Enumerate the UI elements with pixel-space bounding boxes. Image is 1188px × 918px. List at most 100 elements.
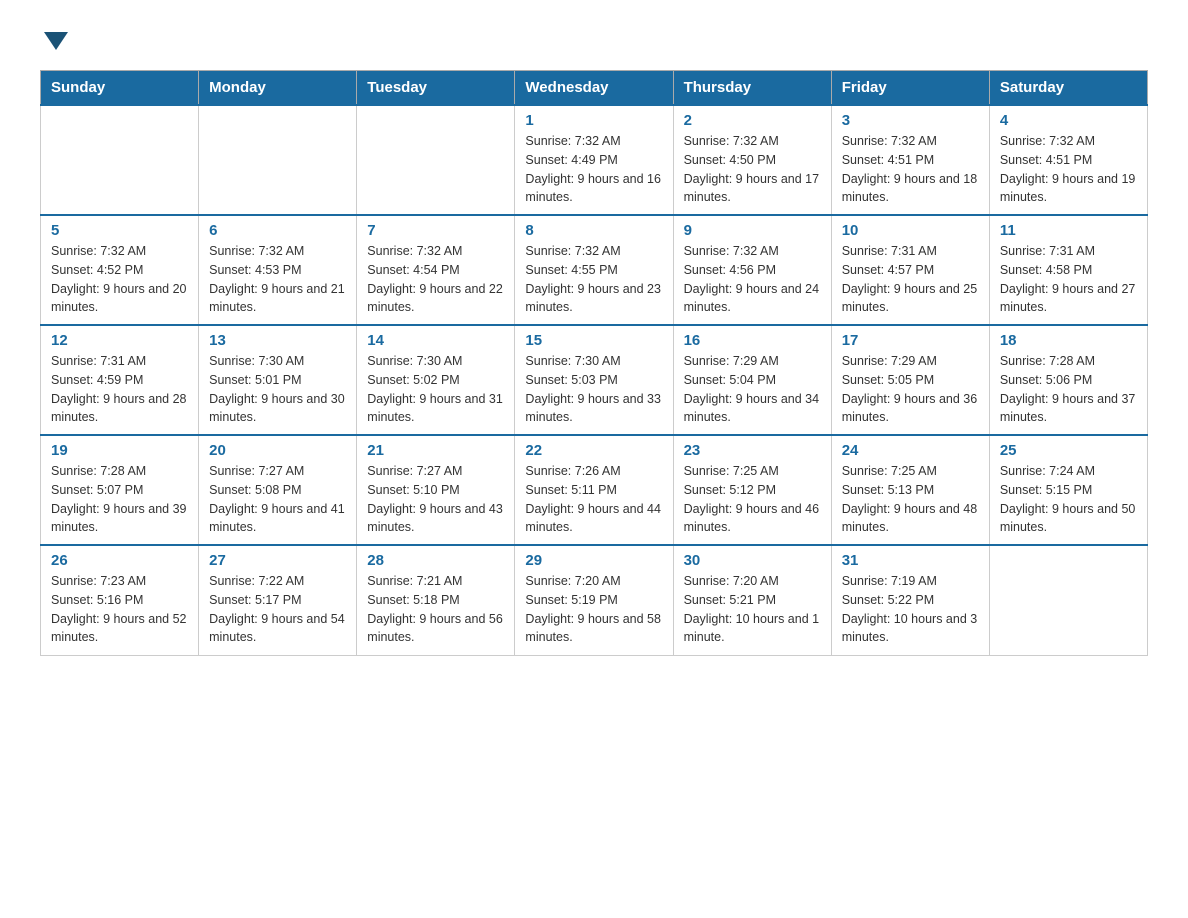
day-info: Sunrise: 7:32 AMSunset: 4:55 PMDaylight:…	[525, 242, 662, 317]
col-monday: Monday	[199, 71, 357, 106]
day-number: 17	[842, 332, 979, 349]
calendar-cell: 12 Sunrise: 7:31 AMSunset: 4:59 PMDayligh…	[41, 325, 199, 435]
day-number: 24	[842, 442, 979, 459]
calendar-week-row: 12 Sunrise: 7:31 AMSunset: 4:59 PMDayligh…	[41, 325, 1148, 435]
day-number: 7	[367, 222, 504, 239]
calendar-cell: 6 Sunrise: 7:32 AMSunset: 4:53 PMDaylight…	[199, 215, 357, 325]
calendar-table: Sunday Monday Tuesday Wednesday Thursday…	[40, 70, 1148, 656]
day-info: Sunrise: 7:32 AMSunset: 4:50 PMDaylight:…	[684, 132, 821, 207]
day-info: Sunrise: 7:21 AMSunset: 5:18 PMDaylight:…	[367, 572, 504, 647]
calendar-cell: 22Sunrise: 7:26 AMSunset: 5:11 PMDayligh…	[515, 435, 673, 545]
day-number: 6	[209, 222, 346, 239]
day-number: 21	[367, 442, 504, 459]
day-info: Sunrise: 7:19 AMSunset: 5:22 PMDaylight:…	[842, 572, 979, 647]
day-info: Sunrise: 7:27 AMSunset: 5:10 PMDaylight:…	[367, 462, 504, 537]
day-info: Sunrise: 7:31 AMSunset: 4:58 PMDaylight:…	[1000, 242, 1137, 317]
day-info: Sunrise: 7:20 AMSunset: 5:19 PMDaylight:…	[525, 572, 662, 647]
day-number: 10	[842, 222, 979, 239]
day-info: Sunrise: 7:30 AMSunset: 5:01 PMDaylight:…	[209, 352, 346, 427]
day-info: Sunrise: 7:29 AMSunset: 5:05 PMDaylight:…	[842, 352, 979, 427]
calendar-cell: 4 Sunrise: 7:32 AMSunset: 4:51 PMDaylight…	[989, 105, 1147, 215]
calendar-cell: 1 Sunrise: 7:32 AMSunset: 4:49 PMDaylight…	[515, 105, 673, 215]
day-info: Sunrise: 7:32 AMSunset: 4:51 PMDaylight:…	[1000, 132, 1137, 207]
calendar-cell: 13 Sunrise: 7:30 AMSunset: 5:01 PMDayligh…	[199, 325, 357, 435]
calendar-header-row: Sunday Monday Tuesday Wednesday Thursday…	[41, 71, 1148, 106]
calendar-cell: 28 Sunrise: 7:21 AMSunset: 5:18 PMDayligh…	[357, 545, 515, 655]
day-info: Sunrise: 7:31 AMSunset: 4:59 PMDaylight:…	[51, 352, 188, 427]
day-number: 28	[367, 552, 504, 569]
calendar-cell: 27 Sunrise: 7:22 AMSunset: 5:17 PMDayligh…	[199, 545, 357, 655]
calendar-cell: 17 Sunrise: 7:29 AMSunset: 5:05 PMDayligh…	[831, 325, 989, 435]
calendar-cell: 19Sunrise: 7:28 AMSunset: 5:07 PMDayligh…	[41, 435, 199, 545]
day-number: 8	[525, 222, 662, 239]
day-number: 26	[51, 552, 188, 569]
calendar-cell: 16Sunrise: 7:29 AMSunset: 5:04 PMDayligh…	[673, 325, 831, 435]
calendar-cell: 8 Sunrise: 7:32 AMSunset: 4:55 PMDaylight…	[515, 215, 673, 325]
day-number: 9	[684, 222, 821, 239]
logo-arrow-icon	[44, 32, 68, 50]
day-info: Sunrise: 7:32 AMSunset: 4:49 PMDaylight:…	[525, 132, 662, 207]
calendar-cell: 20 Sunrise: 7:27 AMSunset: 5:08 PMDayligh…	[199, 435, 357, 545]
col-saturday: Saturday	[989, 71, 1147, 106]
day-number: 31	[842, 552, 979, 569]
day-info: Sunrise: 7:22 AMSunset: 5:17 PMDaylight:…	[209, 572, 346, 647]
day-number: 13	[209, 332, 346, 349]
calendar-week-row: 19Sunrise: 7:28 AMSunset: 5:07 PMDayligh…	[41, 435, 1148, 545]
day-number: 30	[684, 552, 821, 569]
day-info: Sunrise: 7:27 AMSunset: 5:08 PMDaylight:…	[209, 462, 346, 537]
calendar-cell: 7 Sunrise: 7:32 AMSunset: 4:54 PMDaylight…	[357, 215, 515, 325]
col-tuesday: Tuesday	[357, 71, 515, 106]
calendar-body: 1 Sunrise: 7:32 AMSunset: 4:49 PMDaylight…	[41, 105, 1148, 655]
calendar-cell: 26 Sunrise: 7:23 AMSunset: 5:16 PMDayligh…	[41, 545, 199, 655]
day-number: 18	[1000, 332, 1137, 349]
day-number: 12	[51, 332, 188, 349]
day-info: Sunrise: 7:32 AMSunset: 4:51 PMDaylight:…	[842, 132, 979, 207]
calendar-week-row: 26 Sunrise: 7:23 AMSunset: 5:16 PMDayligh…	[41, 545, 1148, 655]
day-number: 1	[525, 112, 662, 129]
calendar-cell	[199, 105, 357, 215]
day-info: Sunrise: 7:32 AMSunset: 4:56 PMDaylight:…	[684, 242, 821, 317]
day-number: 27	[209, 552, 346, 569]
logo	[40, 30, 72, 50]
calendar-cell	[989, 545, 1147, 655]
day-info: Sunrise: 7:32 AMSunset: 4:53 PMDaylight:…	[209, 242, 346, 317]
calendar-cell: 3 Sunrise: 7:32 AMSunset: 4:51 PMDaylight…	[831, 105, 989, 215]
page-header	[40, 30, 1148, 50]
day-info: Sunrise: 7:29 AMSunset: 5:04 PMDaylight:…	[684, 352, 821, 427]
day-number: 19	[51, 442, 188, 459]
day-info: Sunrise: 7:23 AMSunset: 5:16 PMDaylight:…	[51, 572, 188, 647]
day-info: Sunrise: 7:32 AMSunset: 4:54 PMDaylight:…	[367, 242, 504, 317]
day-info: Sunrise: 7:30 AMSunset: 5:03 PMDaylight:…	[525, 352, 662, 427]
day-number: 20	[209, 442, 346, 459]
day-number: 15	[525, 332, 662, 349]
calendar-cell: 30 Sunrise: 7:20 AMSunset: 5:21 PMDayligh…	[673, 545, 831, 655]
day-info: Sunrise: 7:31 AMSunset: 4:57 PMDaylight:…	[842, 242, 979, 317]
calendar-cell: 5 Sunrise: 7:32 AMSunset: 4:52 PMDaylight…	[41, 215, 199, 325]
calendar-cell: 24Sunrise: 7:25 AMSunset: 5:13 PMDayligh…	[831, 435, 989, 545]
day-number: 3	[842, 112, 979, 129]
calendar-cell: 25 Sunrise: 7:24 AMSunset: 5:15 PMDayligh…	[989, 435, 1147, 545]
calendar-cell: 18 Sunrise: 7:28 AMSunset: 5:06 PMDayligh…	[989, 325, 1147, 435]
day-number: 2	[684, 112, 821, 129]
calendar-week-row: 5 Sunrise: 7:32 AMSunset: 4:52 PMDaylight…	[41, 215, 1148, 325]
col-thursday: Thursday	[673, 71, 831, 106]
calendar-cell: 31 Sunrise: 7:19 AMSunset: 5:22 PMDayligh…	[831, 545, 989, 655]
day-number: 5	[51, 222, 188, 239]
col-friday: Friday	[831, 71, 989, 106]
day-number: 25	[1000, 442, 1137, 459]
day-info: Sunrise: 7:20 AMSunset: 5:21 PMDaylight:…	[684, 572, 821, 647]
day-info: Sunrise: 7:28 AMSunset: 5:06 PMDaylight:…	[1000, 352, 1137, 427]
day-number: 11	[1000, 222, 1137, 239]
day-info: Sunrise: 7:30 AMSunset: 5:02 PMDaylight:…	[367, 352, 504, 427]
day-info: Sunrise: 7:25 AMSunset: 5:12 PMDaylight:…	[684, 462, 821, 537]
day-number: 29	[525, 552, 662, 569]
calendar-cell	[41, 105, 199, 215]
calendar-cell: 23Sunrise: 7:25 AMSunset: 5:12 PMDayligh…	[673, 435, 831, 545]
day-info: Sunrise: 7:32 AMSunset: 4:52 PMDaylight:…	[51, 242, 188, 317]
calendar-cell: 9 Sunrise: 7:32 AMSunset: 4:56 PMDaylight…	[673, 215, 831, 325]
day-info: Sunrise: 7:24 AMSunset: 5:15 PMDaylight:…	[1000, 462, 1137, 537]
calendar-cell: 11 Sunrise: 7:31 AMSunset: 4:58 PMDayligh…	[989, 215, 1147, 325]
day-number: 4	[1000, 112, 1137, 129]
day-info: Sunrise: 7:26 AMSunset: 5:11 PMDaylight:…	[525, 462, 662, 537]
calendar-cell: 2 Sunrise: 7:32 AMSunset: 4:50 PMDaylight…	[673, 105, 831, 215]
